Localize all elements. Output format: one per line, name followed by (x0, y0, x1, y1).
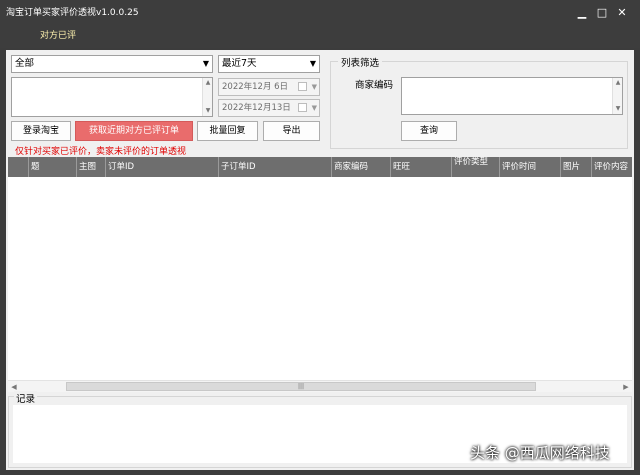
scope-select-value: 全部 (15, 58, 35, 69)
horizontal-scrollbar[interactable]: ◀ ||| ▶ (8, 380, 632, 392)
column-header-images[interactable]: 图片 (561, 157, 592, 177)
end-date-value: 2022年12月13日 (222, 103, 291, 113)
chevron-down-icon: ▼ (311, 83, 317, 91)
tab-bar: 对方已评 (0, 26, 640, 48)
hint-text: 仅针对买家已评价，卖家未评价的订单透视 (15, 147, 187, 157)
minimize-button[interactable]: ▁ (574, 5, 590, 21)
column-header-review-type[interactable]: 评价类型 (452, 157, 500, 177)
scope-select[interactable]: 全部 ▼ (11, 55, 213, 73)
start-date-value: 2022年12月 6日 (222, 82, 289, 92)
calendar-checkbox-icon[interactable] (298, 103, 307, 112)
scroll-right-icon[interactable]: ▶ (620, 381, 632, 393)
merchant-code-label: 商家编码 (355, 80, 394, 91)
list-filter-title: 列表筛选 (338, 55, 383, 69)
column-header-review-content[interactable]: 评价内容 (592, 157, 632, 177)
scroll-up-icon[interactable]: ▲ (203, 78, 213, 88)
scrollbar-thumb[interactable]: ||| (66, 382, 536, 391)
column-header-wangwang[interactable]: 旺旺 (391, 157, 452, 177)
column-header-select[interactable] (8, 157, 29, 177)
start-date-picker[interactable]: 2022年12月 6日 ▼ (218, 78, 320, 96)
period-select[interactable]: 最近7天 ▼ (218, 55, 320, 73)
login-taobao-button[interactable]: 登录淘宝 (11, 121, 71, 141)
vertical-scrollbar[interactable]: ▲ ▼ (202, 78, 212, 116)
scroll-up-icon[interactable]: ▲ (613, 78, 623, 88)
calendar-checkbox-icon[interactable] (298, 82, 307, 91)
main-panel: 全部 ▼ 最近7天 ▼ ▲ ▼ 2022年12月 6日 ▼ 2022年12月13… (6, 50, 634, 470)
merchant-code-input[interactable]: ▲ ▼ (401, 77, 623, 115)
vertical-scrollbar[interactable]: ▲ ▼ (612, 78, 622, 114)
column-header-review-time[interactable]: 评价时间 (500, 157, 561, 177)
period-select-value: 最近7天 (222, 58, 257, 69)
order-id-input[interactable]: ▲ ▼ (11, 77, 213, 117)
chevron-down-icon: ▼ (311, 104, 317, 112)
log-title: 记录 (14, 391, 38, 405)
column-header-title[interactable]: 题 (29, 157, 77, 177)
chevron-down-icon: ▼ (309, 59, 316, 68)
column-header-order-id[interactable]: 订单ID (106, 157, 219, 177)
chevron-down-icon: ▼ (202, 59, 209, 68)
column-header-sub-order-id[interactable]: 子订单ID (219, 157, 332, 177)
query-button[interactable]: 查询 (401, 121, 457, 141)
title-bar: 淘宝订单买家评价透视v1.0.0.25 ▁ □ ✕ (0, 0, 640, 26)
maximize-button[interactable]: □ (594, 5, 610, 21)
list-filter-group: 列表筛选 商家编码 ▲ ▼ 查询 (330, 55, 628, 149)
column-header-merchant-code[interactable]: 商家编码 (332, 157, 391, 177)
scroll-down-icon[interactable]: ▼ (613, 104, 623, 114)
watermark: 头条 @西瓜网络科技 (470, 444, 610, 462)
table-header: 题 主图 订单ID 子订单ID 商家编码 旺旺 评价类型 评价时间 图片 评价内… (8, 157, 632, 177)
fetch-recent-orders-button[interactable]: 获取近期对方已评订单 (75, 121, 193, 141)
scroll-down-icon[interactable]: ▼ (203, 106, 213, 116)
close-button[interactable]: ✕ (614, 5, 630, 21)
batch-reply-button[interactable]: 批量回复 (197, 121, 258, 141)
export-button[interactable]: 导出 (263, 121, 320, 141)
column-header-main-image[interactable]: 主图 (77, 157, 106, 177)
window-title: 淘宝订单买家评价透视v1.0.0.25 (6, 8, 139, 18)
tab-reviewed-by-buyer[interactable]: 对方已评 (40, 28, 76, 41)
end-date-picker[interactable]: 2022年12月13日 ▼ (218, 99, 320, 117)
orders-table-body[interactable] (8, 177, 632, 380)
